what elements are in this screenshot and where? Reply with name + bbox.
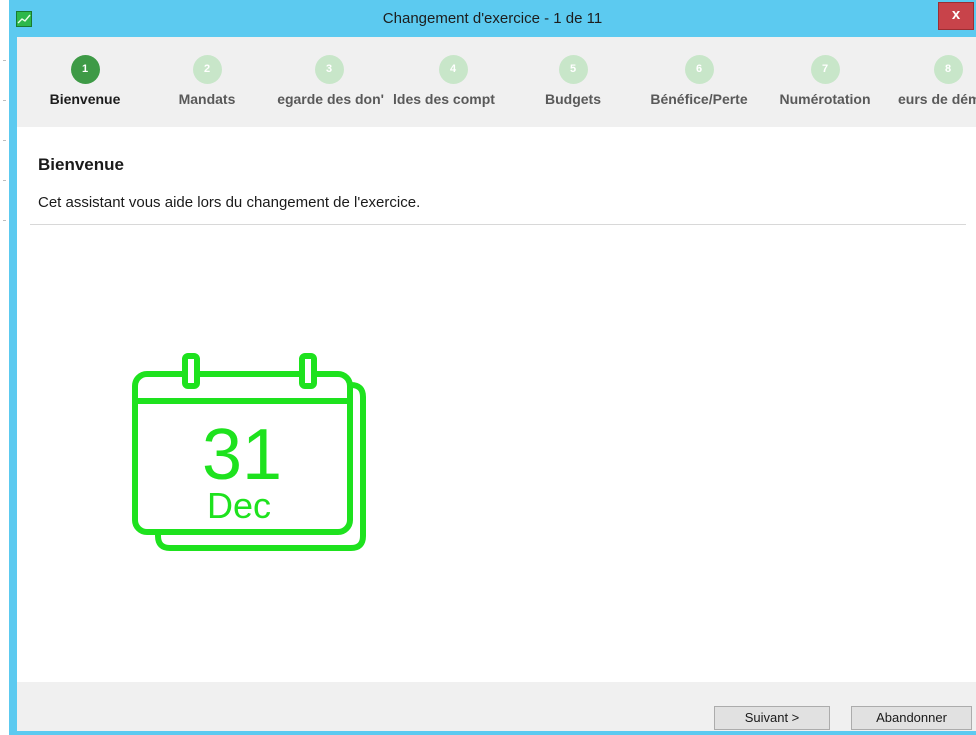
wizard-body: 1 Bienvenue 2 Mandats 3 'egarde des don …: [17, 37, 976, 731]
step-number: 1: [70, 55, 100, 84]
wizard-footer: Suivant > Abandonner: [17, 682, 976, 731]
step-number: 5: [558, 55, 588, 84]
page-title: Bienvenue: [38, 155, 124, 174]
wizard-window: Changement d'exercice - 1 de 11 x 1 Bien…: [9, 0, 976, 735]
step-6[interactable]: 6 Bénéfice/Perte: [639, 55, 759, 107]
step-label: ldes des compt: [393, 91, 495, 107]
step-number: 2: [192, 55, 222, 84]
next-button[interactable]: Suivant >: [714, 706, 830, 730]
divider: [30, 224, 966, 225]
page-description: Cet assistant vous aide lors du changeme…: [38, 194, 421, 211]
step-number: 8: [933, 55, 963, 84]
step-4[interactable]: 4 ldes des compt: [393, 55, 513, 107]
window-title: Changement d'exercice - 1 de 11: [382, 10, 603, 27]
step-label: Budgets: [545, 91, 601, 107]
step-label: Bienvenue: [49, 91, 121, 107]
step-5[interactable]: 5 Budgets: [513, 55, 633, 107]
step-number: 4: [438, 55, 468, 84]
step-bar: 1 Bienvenue 2 Mandats 3 'egarde des don …: [17, 37, 976, 127]
title-bar[interactable]: Changement d'exercice - 1 de 11 x: [9, 0, 976, 37]
step-number: 7: [810, 55, 840, 84]
step-2[interactable]: 2 Mandats: [147, 55, 267, 107]
cancel-button[interactable]: Abandonner: [851, 706, 972, 730]
step-label: 'egarde des don: [277, 91, 384, 107]
step-label: Bénéfice/Perte: [650, 91, 748, 107]
step-3[interactable]: 3 'egarde des don: [269, 55, 389, 107]
step-content: Bienvenue Cet assistant vous aide lors d…: [17, 127, 976, 682]
step-7[interactable]: 7 Numérotation: [765, 55, 885, 107]
step-8[interactable]: 8 eurs de dém: [888, 55, 976, 107]
step-number: 3: [314, 55, 344, 84]
step-label: Numérotation: [779, 91, 871, 107]
close-button[interactable]: x: [938, 2, 974, 30]
step-label: eurs de dém: [898, 91, 976, 107]
step-1[interactable]: 1 Bienvenue: [25, 55, 145, 107]
step-number: 6: [684, 55, 714, 84]
step-label: Mandats: [178, 91, 236, 107]
calendar-month: Dec: [207, 485, 271, 526]
calendar-icon: 31 Dec: [132, 353, 366, 551]
calendar-day: 31: [202, 415, 282, 495]
background-strip: [0, 0, 9, 735]
